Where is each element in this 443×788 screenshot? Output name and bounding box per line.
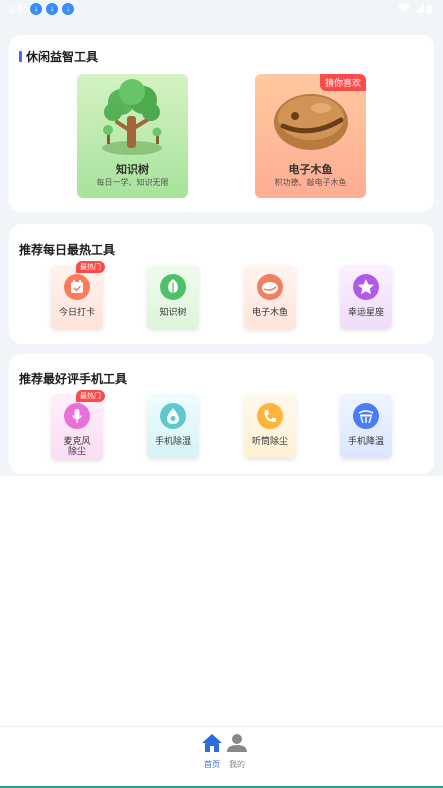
star-icon bbox=[353, 274, 379, 300]
tool-phone-cooling[interactable]: 手机降温 bbox=[340, 394, 392, 458]
recommend-badge: 猜你喜欢 bbox=[319, 74, 366, 91]
tree-illustration bbox=[102, 79, 162, 155]
tool-lucky-horoscope[interactable]: 幸运星座 bbox=[340, 265, 392, 329]
tool-wooden-fish[interactable]: 电子木鱼 bbox=[244, 265, 296, 329]
nav-profile[interactable]: 我的 bbox=[222, 733, 252, 770]
tool-label: 手机降温 bbox=[347, 436, 384, 446]
person-icon bbox=[227, 734, 247, 752]
microphone-icon bbox=[64, 403, 90, 429]
title-accent-bar bbox=[19, 51, 22, 62]
status-time: 1:45 bbox=[8, 3, 30, 15]
tool-label: 电子木鱼 bbox=[251, 307, 288, 317]
leaf-icon bbox=[160, 274, 186, 300]
hot-badge: 最热门 bbox=[76, 390, 105, 402]
status-bar: 1:45 ↓ ↓ ↓ bbox=[0, 0, 443, 20]
tool-earpiece-dust-removal[interactable]: 听筒除尘 bbox=[244, 394, 296, 458]
section-title: 推荐每日最热工具 bbox=[19, 243, 116, 257]
tool-description: 积功德、敲电子木鱼 bbox=[274, 178, 347, 187]
section-title: 推荐最好评手机工具 bbox=[19, 372, 128, 386]
nav-label: 我的 bbox=[229, 760, 245, 769]
tool-label: 听筒除尘 bbox=[251, 436, 288, 446]
calendar-check-icon bbox=[64, 274, 90, 300]
tool-knowledge-tree[interactable]: 知识树 bbox=[147, 265, 199, 329]
signal-battery-icons bbox=[397, 3, 433, 17]
hot-badge: 最热门 bbox=[76, 261, 105, 273]
section-title-text: 休闲益智工具 bbox=[26, 50, 99, 64]
wifi-icon bbox=[398, 3, 432, 13]
download-icon: ↓ bbox=[46, 3, 58, 15]
phone-icon bbox=[257, 403, 283, 429]
tool-label: 手机除湿 bbox=[154, 436, 191, 446]
tool-name: 知识树 bbox=[116, 164, 149, 176]
knowledge-tree-card[interactable]: 知识树 每日一学、知识无限 bbox=[77, 74, 188, 198]
download-icon: ↓ bbox=[62, 3, 74, 15]
bottom-navigation: 首页 我的 bbox=[0, 726, 443, 788]
tool-label: 麦克风 bbox=[63, 436, 91, 446]
wooden-fish-card[interactable]: 猜你喜欢 电子木鱼 积功德、敲电子木鱼 bbox=[255, 74, 366, 198]
phone-tools-card: 推荐最好评手机工具 最热门 麦克风 除尘 手机除湿 听筒除尘 手机降温 bbox=[9, 354, 434, 474]
download-icon: ↓ bbox=[30, 3, 42, 15]
tool-mic-dust-removal[interactable]: 最热门 麦克风 除尘 bbox=[51, 390, 105, 460]
cooling-fan-icon bbox=[353, 403, 379, 429]
home-icon bbox=[202, 734, 222, 752]
tool-name: 电子木鱼 bbox=[288, 164, 333, 176]
tool-phone-dehumidify[interactable]: 手机除湿 bbox=[147, 394, 199, 458]
tool-label: 知识树 bbox=[159, 307, 187, 317]
daily-hot-tools-card: 推荐每日最热工具 最热门 今日打卡 知识树 电子木鱼 幸运星座 bbox=[9, 224, 434, 344]
wooden-fish-icon bbox=[257, 274, 283, 300]
tool-label: 幸运星座 bbox=[347, 307, 384, 317]
water-drop-icon bbox=[160, 403, 186, 429]
tool-daily-checkin[interactable]: 最热门 今日打卡 bbox=[51, 261, 105, 329]
tool-description: 每日一学、知识无限 bbox=[96, 178, 169, 187]
puzzle-tools-card: 休闲益智工具 知识树 每日一学、知识无限 猜你喜欢 电子木鱼 积功德、敲电子木鱼 bbox=[9, 35, 434, 212]
section-title: 休闲益智工具 bbox=[19, 48, 98, 65]
tool-label: 今日打卡 bbox=[58, 307, 95, 317]
tool-label-line2: 除尘 bbox=[67, 446, 86, 456]
